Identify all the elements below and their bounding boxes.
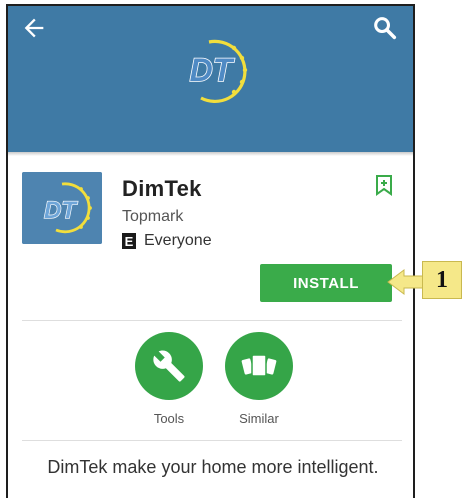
callout-number: 1 (422, 261, 462, 299)
cards-icon (241, 354, 277, 377)
callout-arrow (387, 269, 424, 295)
app-icon-text: DT (44, 197, 78, 224)
install-button[interactable]: INSTALL (260, 264, 392, 302)
esrb-rating-icon: E (122, 233, 136, 249)
section-divider (22, 440, 402, 441)
tools-circle (135, 332, 203, 400)
app-banner: DT (8, 6, 413, 152)
wrench-icon (153, 350, 185, 382)
search-icon[interactable] (371, 14, 399, 42)
banner-shadow (8, 152, 413, 156)
banner-logo: DT (189, 39, 248, 103)
app-icon: DT (22, 172, 102, 244)
similar-circle (225, 332, 293, 400)
content-rating: E Everyone (122, 231, 212, 251)
developer-link[interactable]: Topmark (122, 208, 183, 226)
wishlist-bookmark-icon[interactable] (374, 174, 394, 196)
similar-button[interactable]: Similar (219, 332, 299, 426)
app-title: DimTek (122, 176, 202, 201)
section-divider (22, 320, 402, 321)
tools-button[interactable]: Tools (129, 332, 209, 426)
tools-label: Tools (153, 411, 185, 426)
back-arrow-icon[interactable] (20, 14, 48, 42)
content-rating-label: Everyone (144, 232, 212, 249)
esrb-rating-letter: E (125, 234, 134, 249)
phone-screen: DT DT DimTek Topmark E Everyone INSTALL … (6, 4, 415, 498)
banner-logo-text: DT (190, 52, 235, 88)
app-description: DimTek make your home more intelligent. (47, 457, 379, 477)
similar-label: Similar (239, 411, 279, 426)
app-details: DT DimTek Topmark E Everyone INSTALL Too… (8, 152, 413, 498)
